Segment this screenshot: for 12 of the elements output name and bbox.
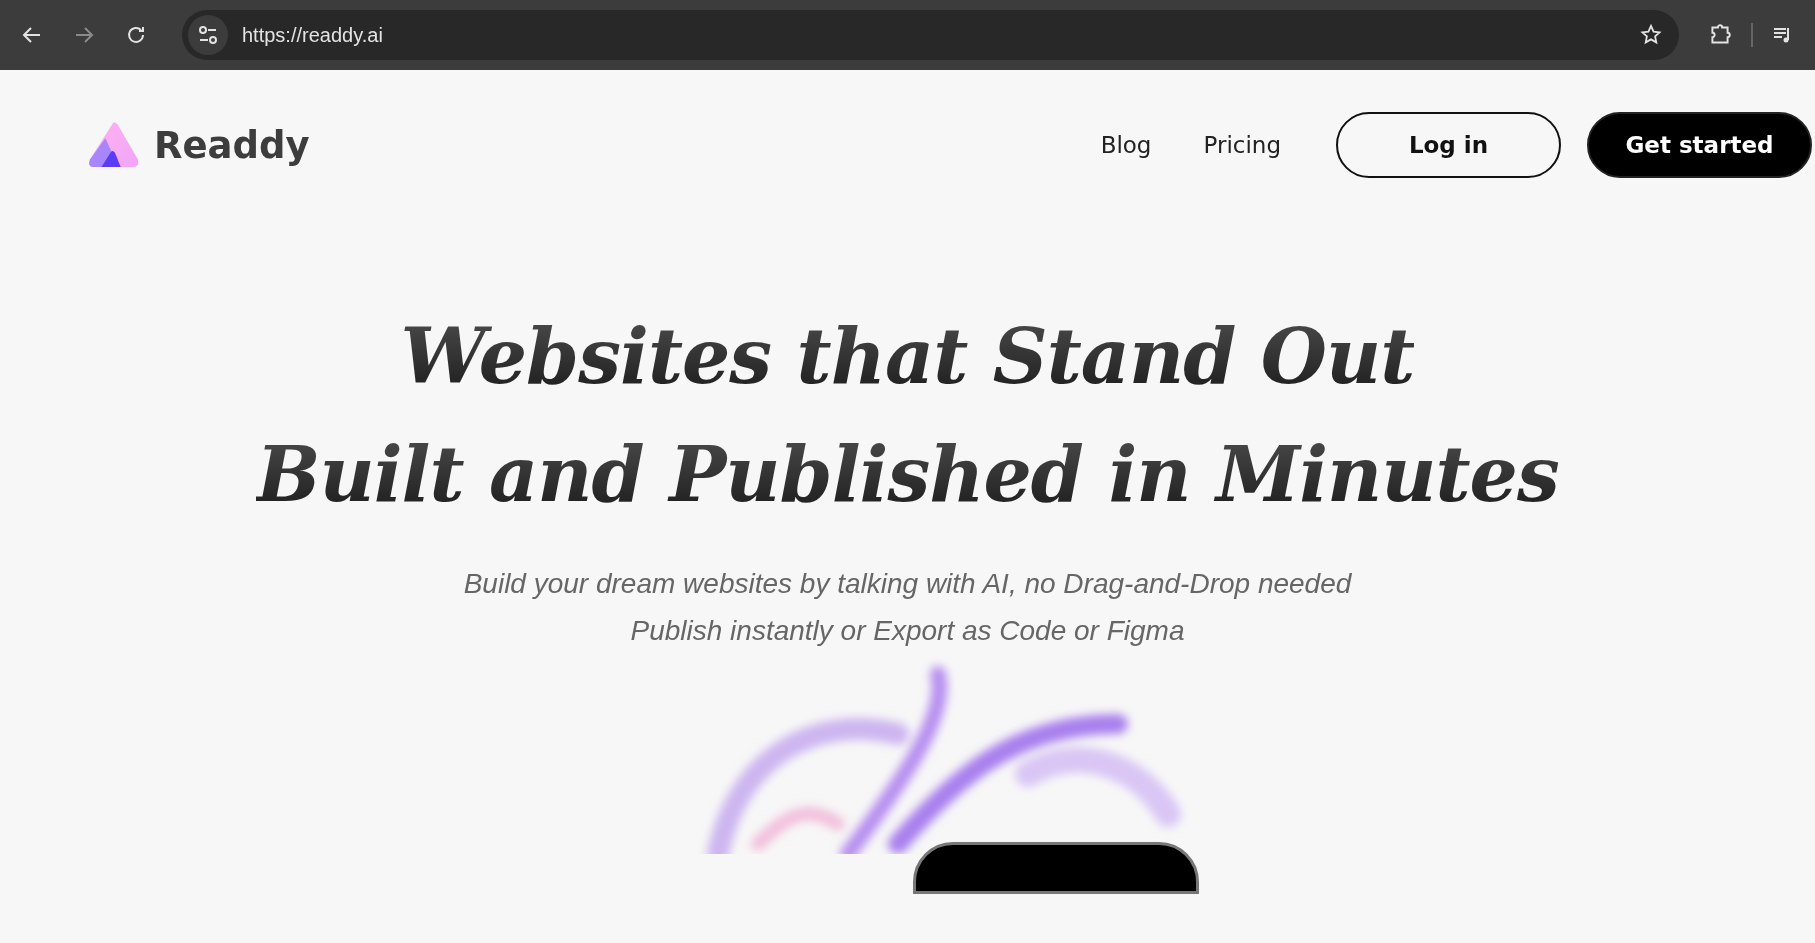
hero-subtitle: Publish instantly or Export as Code or Figma [630,614,1185,648]
url-text: https://readdy.ai [242,23,384,47]
login-button[interactable]: Log in [1336,112,1561,178]
address-bar[interactable]: https://readdy.ai [182,10,1679,60]
logo-icon [86,121,140,169]
nav-link[interactable]: Pricing [1203,132,1281,158]
bookmark-star-icon[interactable] [1639,23,1663,47]
brand-name[interactable]: Readdy [154,123,310,167]
nav-link[interactable]: Blog [1100,132,1152,158]
site-settings-icon[interactable] [188,15,228,55]
get-started-button[interactable]: Get started [1587,112,1812,178]
hero-subtitle: Build your dream websites by talking with AI, no Drag-and-Drop needed [463,567,1352,601]
